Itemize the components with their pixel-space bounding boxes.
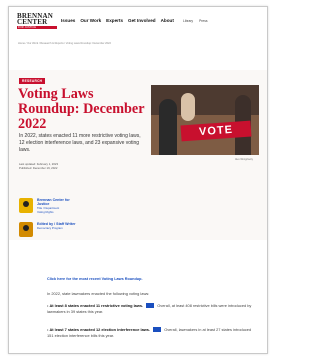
hero-section: RESEARCH Voting Laws Roundup: December 2…: [9, 70, 267, 240]
nav-item-issues[interactable]: Issues: [61, 18, 75, 23]
main-nav: Issues Our Work Experts Get Involved Abo…: [61, 18, 174, 23]
author-block: Edited by / Staff Writer Democracy Progr…: [19, 222, 77, 237]
chart-link-icon[interactable]: [146, 303, 155, 309]
photo-person: [181, 93, 195, 121]
nav-item-library[interactable]: Library: [183, 19, 193, 23]
breadcrumb[interactable]: Home / Our Work / Research & Reports / V…: [18, 42, 111, 45]
author-avatar[interactable]: [19, 222, 33, 237]
nav-item-get-involved[interactable]: Get Involved: [128, 18, 156, 23]
photo-credit: Alex Wong/Getty: [235, 158, 253, 161]
nav-item-experts[interactable]: Experts: [106, 18, 123, 23]
list-item: • At least 8 states enacted 11 restricti…: [47, 303, 252, 314]
chart-link-icon[interactable]: [153, 327, 162, 333]
author-link[interactable]: Voting Rights: [37, 210, 77, 214]
author-name[interactable]: Brennan Center for Justice: [37, 198, 77, 206]
bullet-bold: At least 8 states enacted 11 restrictive…: [49, 303, 144, 308]
intro-text: In 2022, state lawmakers enacted the fol…: [47, 291, 150, 296]
content-type-badge: RESEARCH: [19, 78, 46, 84]
site-header: BRENNAN CENTER FOR JUSTICE Issues Our Wo…: [9, 7, 267, 34]
page-summary: In 2022, states enacted 11 more restrict…: [19, 133, 141, 153]
publication-meta: Last updated: February 1, 2023 Published…: [19, 162, 58, 171]
bullet-bold: At least 7 states enacted 12 election in…: [49, 327, 151, 332]
list-item: • At least 7 states enacted 12 election …: [47, 327, 252, 338]
author-avatar[interactable]: [19, 198, 33, 213]
logo-subtitle: FOR JUSTICE: [17, 26, 57, 30]
author-link[interactable]: Democracy Program: [37, 226, 77, 230]
latest-roundup-link[interactable]: Click here for the most recent Voting La…: [47, 277, 143, 281]
author-block: Brennan Center for Justice Title / Depar…: [19, 198, 77, 214]
page-screenshot: BRENNAN CENTER FOR JUSTICE Issues Our Wo…: [8, 6, 268, 354]
brennan-center-logo[interactable]: BRENNAN CENTER FOR JUSTICE: [17, 13, 57, 30]
nav-item-our-work[interactable]: Our Work: [80, 18, 101, 23]
published-date: Published: December 19, 2022: [19, 166, 58, 171]
photo-person: [159, 99, 177, 155]
page-title: Voting Laws Roundup: December 2022: [18, 86, 145, 132]
nav-item-press[interactable]: Press: [199, 19, 207, 23]
secondary-nav: Library Press: [183, 19, 208, 23]
nav-item-about[interactable]: About: [161, 18, 174, 23]
hero-photo: VOTE: [151, 85, 259, 155]
